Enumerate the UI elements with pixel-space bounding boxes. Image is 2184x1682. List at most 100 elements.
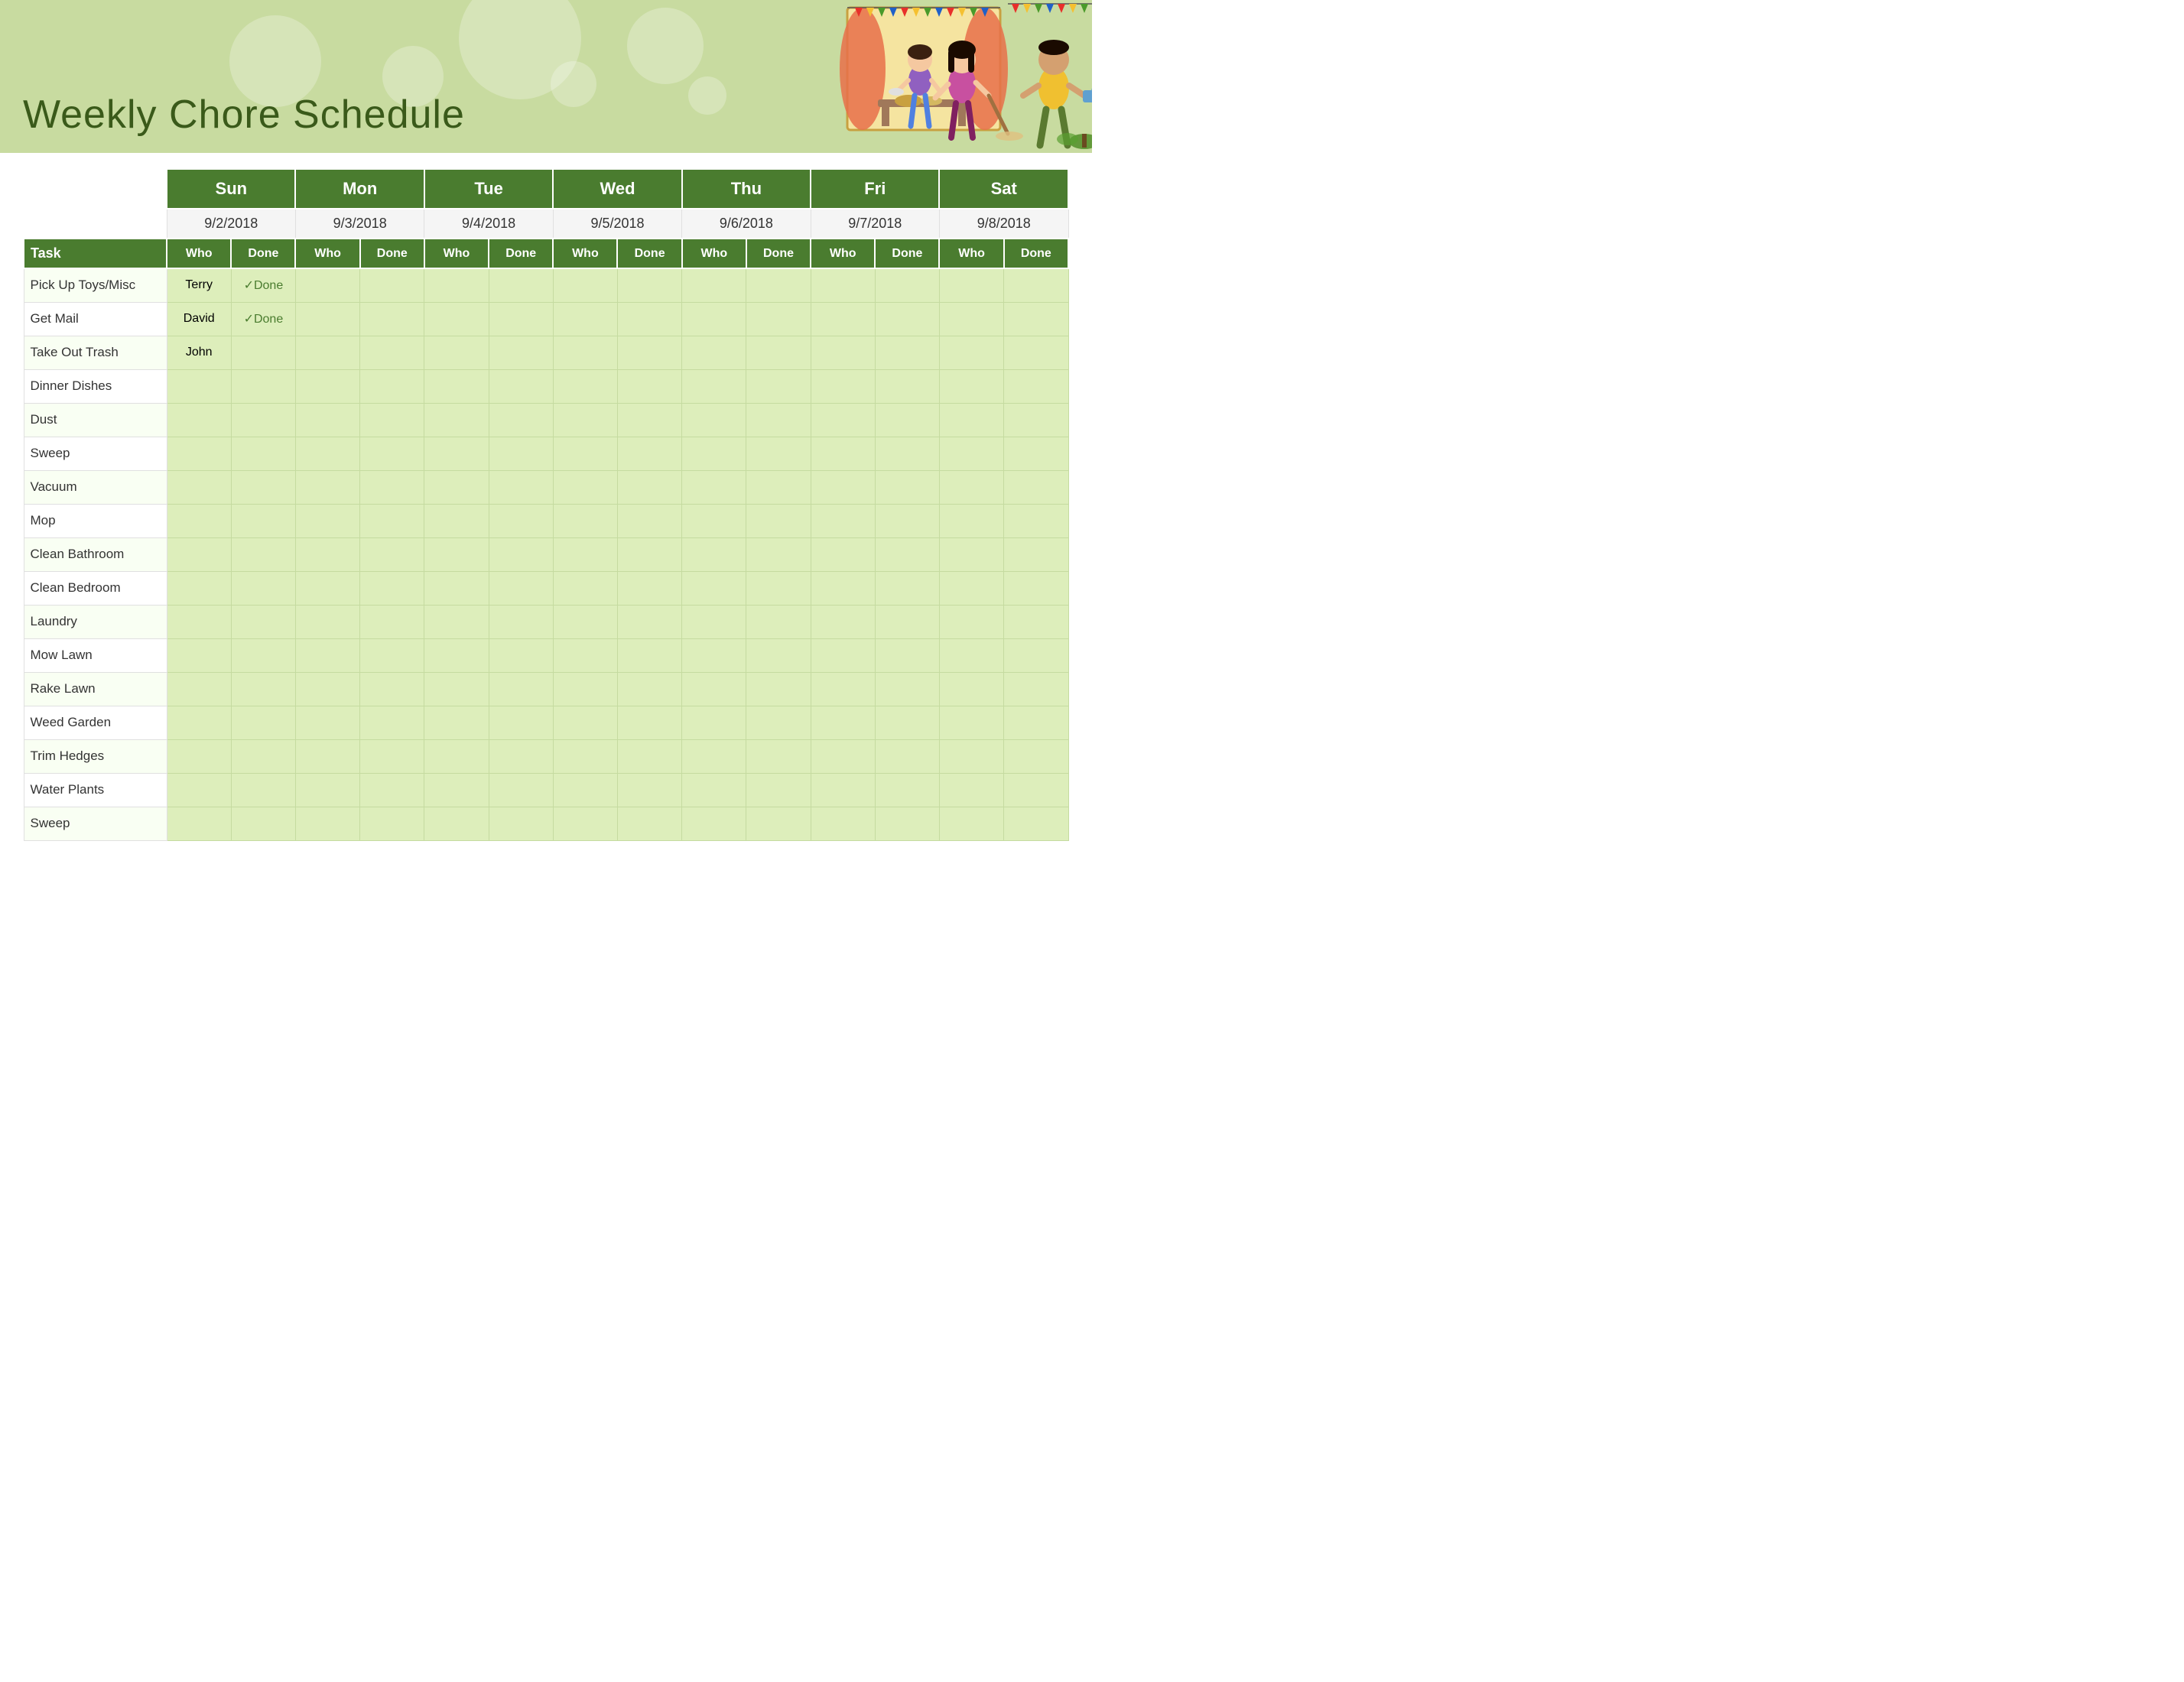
thu-done-cell[interactable] — [746, 706, 811, 739]
task-name[interactable]: Pick Up Toys/Misc — [24, 268, 167, 302]
thu-who-cell[interactable] — [682, 437, 746, 470]
tue-who-cell[interactable] — [424, 437, 489, 470]
tue-who-cell[interactable] — [424, 773, 489, 807]
mon-done-cell[interactable] — [360, 504, 424, 537]
tue-who-cell[interactable] — [424, 369, 489, 403]
tue-done-cell[interactable] — [489, 537, 553, 571]
wed-done-cell[interactable] — [617, 504, 681, 537]
tue-done-cell[interactable] — [489, 773, 553, 807]
fri-who-cell[interactable] — [811, 672, 875, 706]
fri-who-cell[interactable] — [811, 403, 875, 437]
mon-who-cell[interactable] — [295, 638, 359, 672]
sun-who-cell[interactable] — [167, 773, 231, 807]
wed-done-cell[interactable] — [617, 302, 681, 336]
wed-done-cell[interactable] — [617, 336, 681, 369]
sat-done-cell[interactable] — [1004, 302, 1068, 336]
sun-who-cell[interactable] — [167, 672, 231, 706]
thu-who-cell[interactable] — [682, 268, 746, 302]
fri-done-cell[interactable] — [875, 638, 939, 672]
task-name[interactable]: Sweep — [24, 437, 167, 470]
sun-done-cell[interactable] — [231, 437, 295, 470]
thu-who-cell[interactable] — [682, 571, 746, 605]
wed-who-cell[interactable] — [553, 336, 617, 369]
wed-who-cell[interactable] — [553, 369, 617, 403]
task-name[interactable]: Rake Lawn — [24, 672, 167, 706]
mon-done-cell[interactable] — [360, 369, 424, 403]
mon-who-cell[interactable] — [295, 537, 359, 571]
mon-done-cell[interactable] — [360, 437, 424, 470]
wed-who-cell[interactable] — [553, 537, 617, 571]
tue-who-cell[interactable] — [424, 638, 489, 672]
mon-who-cell[interactable] — [295, 437, 359, 470]
sun-done-cell[interactable] — [231, 605, 295, 638]
sun-who-cell[interactable] — [167, 739, 231, 773]
sat-done-cell[interactable] — [1004, 369, 1068, 403]
sat-who-cell[interactable] — [939, 706, 1003, 739]
mon-who-cell[interactable] — [295, 807, 359, 840]
wed-who-cell[interactable] — [553, 706, 617, 739]
sun-done-cell[interactable] — [231, 773, 295, 807]
wed-who-cell[interactable] — [553, 302, 617, 336]
tue-done-cell[interactable] — [489, 638, 553, 672]
fri-who-cell[interactable] — [811, 739, 875, 773]
sat-who-cell[interactable] — [939, 773, 1003, 807]
task-name[interactable]: Mow Lawn — [24, 638, 167, 672]
wed-who-cell[interactable] — [553, 672, 617, 706]
mon-who-cell[interactable] — [295, 268, 359, 302]
wed-who-cell[interactable] — [553, 437, 617, 470]
thu-who-cell[interactable] — [682, 807, 746, 840]
mon-done-cell[interactable] — [360, 268, 424, 302]
thu-who-cell[interactable] — [682, 638, 746, 672]
thu-done-cell[interactable] — [746, 369, 811, 403]
tue-done-cell[interactable] — [489, 504, 553, 537]
fri-done-cell[interactable] — [875, 302, 939, 336]
tue-who-cell[interactable] — [424, 336, 489, 369]
mon-done-cell[interactable] — [360, 571, 424, 605]
sun-done-cell[interactable]: ✓Done — [231, 302, 295, 336]
mon-who-cell[interactable] — [295, 403, 359, 437]
mon-who-cell[interactable] — [295, 706, 359, 739]
thu-done-cell[interactable] — [746, 571, 811, 605]
tue-done-cell[interactable] — [489, 302, 553, 336]
sun-done-cell[interactable] — [231, 571, 295, 605]
tue-who-cell[interactable] — [424, 571, 489, 605]
sat-done-cell[interactable] — [1004, 571, 1068, 605]
sun-who-cell[interactable] — [167, 537, 231, 571]
task-name[interactable]: Sweep — [24, 807, 167, 840]
thu-done-cell[interactable] — [746, 437, 811, 470]
mon-done-cell[interactable] — [360, 672, 424, 706]
sun-done-cell[interactable] — [231, 403, 295, 437]
wed-done-cell[interactable] — [617, 268, 681, 302]
thu-who-cell[interactable] — [682, 470, 746, 504]
sat-who-cell[interactable] — [939, 537, 1003, 571]
fri-who-cell[interactable] — [811, 302, 875, 336]
sun-done-cell[interactable] — [231, 739, 295, 773]
sat-who-cell[interactable] — [939, 571, 1003, 605]
fri-who-cell[interactable] — [811, 605, 875, 638]
fri-done-cell[interactable] — [875, 403, 939, 437]
task-name[interactable]: Take Out Trash — [24, 336, 167, 369]
thu-done-cell[interactable] — [746, 605, 811, 638]
mon-done-cell[interactable] — [360, 302, 424, 336]
sat-done-cell[interactable] — [1004, 437, 1068, 470]
sun-done-cell[interactable] — [231, 369, 295, 403]
sat-who-cell[interactable] — [939, 437, 1003, 470]
mon-done-cell[interactable] — [360, 706, 424, 739]
fri-done-cell[interactable] — [875, 268, 939, 302]
tue-who-cell[interactable] — [424, 537, 489, 571]
mon-who-cell[interactable] — [295, 336, 359, 369]
sat-who-cell[interactable] — [939, 739, 1003, 773]
thu-who-cell[interactable] — [682, 739, 746, 773]
fri-done-cell[interactable] — [875, 336, 939, 369]
thu-who-cell[interactable] — [682, 369, 746, 403]
sun-who-cell[interactable] — [167, 504, 231, 537]
fri-who-cell[interactable] — [811, 571, 875, 605]
fri-done-cell[interactable] — [875, 605, 939, 638]
fri-done-cell[interactable] — [875, 672, 939, 706]
task-name[interactable]: Trim Hedges — [24, 739, 167, 773]
sun-who-cell[interactable] — [167, 706, 231, 739]
sun-who-cell[interactable]: Terry — [167, 268, 231, 302]
tue-done-cell[interactable] — [489, 672, 553, 706]
mon-who-cell[interactable] — [295, 470, 359, 504]
thu-who-cell[interactable] — [682, 504, 746, 537]
